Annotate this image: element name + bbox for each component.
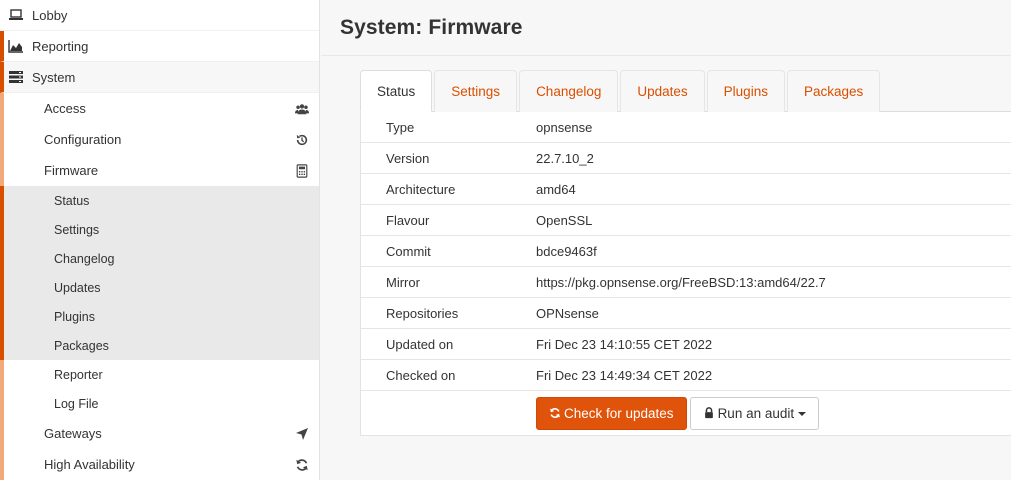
main-content: System: Firmware Status Settings Changel… [321, 0, 1011, 480]
sidebar-item-label: High Availability [44, 457, 135, 472]
sidebar-item-label: Reporting [32, 38, 89, 54]
lock-icon [704, 407, 713, 419]
sidebar-item-label: Plugins [54, 309, 95, 324]
server-icon [9, 71, 23, 83]
sidebar-item-label: Lobby [32, 7, 68, 23]
tab-plugins[interactable]: Plugins [706, 70, 785, 112]
table-row: Commit bdce9463f [361, 236, 1011, 267]
table-row: Flavour OpenSSL [361, 205, 1011, 236]
table-row: Checked on Fri Dec 23 14:49:34 CET 2022 [361, 360, 1011, 391]
sidebar-item-reporting[interactable]: Reporting [0, 31, 319, 62]
table-row: Version 22.7.10_2 [361, 143, 1011, 174]
sidebar-item-updates[interactable]: Updates [0, 273, 319, 302]
tab-status[interactable]: Status [360, 70, 433, 112]
table-row: Mirror https://pkg.opnsense.org/FreeBSD:1… [361, 267, 1011, 298]
sidebar-item-label: Updates [54, 280, 101, 295]
sidebar-item-label: Firmware [44, 163, 99, 178]
check-for-updates-button[interactable]: Check for updates [536, 396, 687, 430]
sidebar-item-changelog[interactable]: Changelog [0, 244, 319, 273]
sidebar-item-plugins[interactable]: Plugins [0, 302, 319, 331]
sidebar-item-gateways[interactable]: Gateways [0, 418, 319, 449]
page-title: System: Firmware [340, 15, 523, 39]
caret-down-icon [798, 412, 807, 416]
firmware-content: Status Settings Changelog Updates Plugin… [360, 70, 1011, 436]
info-key: Architecture [386, 181, 456, 197]
info-value: 22.7.10_2 [536, 150, 594, 166]
location-arrow-icon [296, 427, 308, 440]
info-key: Repositories [386, 305, 459, 321]
sidebar-item-label: Log File [54, 396, 99, 411]
sidebar-item-settings[interactable]: Settings [0, 215, 319, 244]
sidebar-item-label: Configuration [44, 132, 122, 147]
sidebar-item-status[interactable]: Status [0, 186, 319, 215]
tab-updates[interactable]: Updates [620, 70, 705, 112]
run-audit-button[interactable]: Run an audit [689, 396, 820, 430]
tab-changelog[interactable]: Changelog [519, 70, 619, 112]
sidebar-item-log-file[interactable]: Log File [0, 389, 319, 418]
status-panel: Type opnsense Version 22.7.10_2 Architectu… [360, 112, 1011, 436]
sidebar-item-label: Access [44, 101, 86, 116]
sidebar-item-high-availability[interactable]: High Availability [0, 449, 319, 480]
sidebar-item-system[interactable]: System [0, 62, 319, 93]
sidebar-item-label: Changelog [54, 251, 115, 266]
sidebar-item-reporter[interactable]: Reporter [0, 360, 319, 389]
sidebar-item-access[interactable]: Access [0, 93, 319, 124]
sidebar-item-label: Status [54, 193, 90, 208]
info-value: Fri Dec 23 14:10:55 CET 2022 [536, 336, 713, 352]
info-key: Checked on [386, 367, 456, 383]
check-for-updates-label: Check for updates [564, 405, 674, 421]
info-key: Updated on [386, 336, 454, 352]
run-audit-label: Run an audit [717, 405, 795, 421]
sidebar-item-label: Settings [54, 222, 100, 237]
refresh-icon [550, 408, 560, 418]
info-value: OPNsense [536, 305, 599, 321]
info-key: Mirror [386, 274, 420, 290]
sidebar-item-label: Packages [54, 338, 109, 353]
sidebar-item-label: System [32, 69, 76, 85]
sidebar-item-label: Reporter [54, 367, 103, 382]
refresh-icon [296, 458, 308, 471]
sidebar-item-lobby[interactable]: Lobby [0, 0, 319, 31]
history-icon [296, 134, 308, 145]
action-bar: Check for updates Run an audit [361, 391, 1011, 435]
table-row: Architecture amd64 [361, 174, 1011, 205]
info-key: Commit [386, 243, 431, 259]
info-value: opnsense [536, 119, 593, 135]
info-value: amd64 [536, 181, 576, 197]
sidebar: Lobby Reporting System Access Configurat… [0, 0, 320, 480]
info-value: bdce9463f [536, 243, 597, 259]
info-value: Fri Dec 23 14:49:34 CET 2022 [536, 367, 713, 383]
info-key: Version [386, 150, 430, 166]
table-row: Updated on Fri Dec 23 14:10:55 CET 2022 [361, 329, 1011, 360]
info-key: Type [386, 119, 415, 135]
users-icon [295, 103, 309, 114]
table-row: Type opnsense [361, 112, 1011, 143]
table-row: Repositories OPNsense [361, 298, 1011, 329]
info-value: OpenSSL [536, 212, 593, 228]
sidebar-item-firmware[interactable]: Firmware [0, 155, 319, 186]
sidebar-item-packages[interactable]: Packages [0, 331, 319, 360]
sidebar-item-label: Gateways [44, 426, 102, 441]
info-value: https://pkg.opnsense.org/FreeBSD:13:amd6… [536, 274, 826, 290]
tab-packages[interactable]: Packages [786, 70, 881, 112]
info-key: Flavour [386, 212, 430, 228]
tab-bar: Status Settings Changelog Updates Plugin… [360, 70, 1011, 112]
tab-settings[interactable]: Settings [434, 70, 518, 112]
laptop-icon [9, 9, 23, 20]
page-header: System: Firmware [321, 0, 1011, 56]
sidebar-item-configuration[interactable]: Configuration [0, 124, 319, 155]
calculator-icon [296, 163, 308, 178]
area-chart-icon [8, 40, 23, 53]
